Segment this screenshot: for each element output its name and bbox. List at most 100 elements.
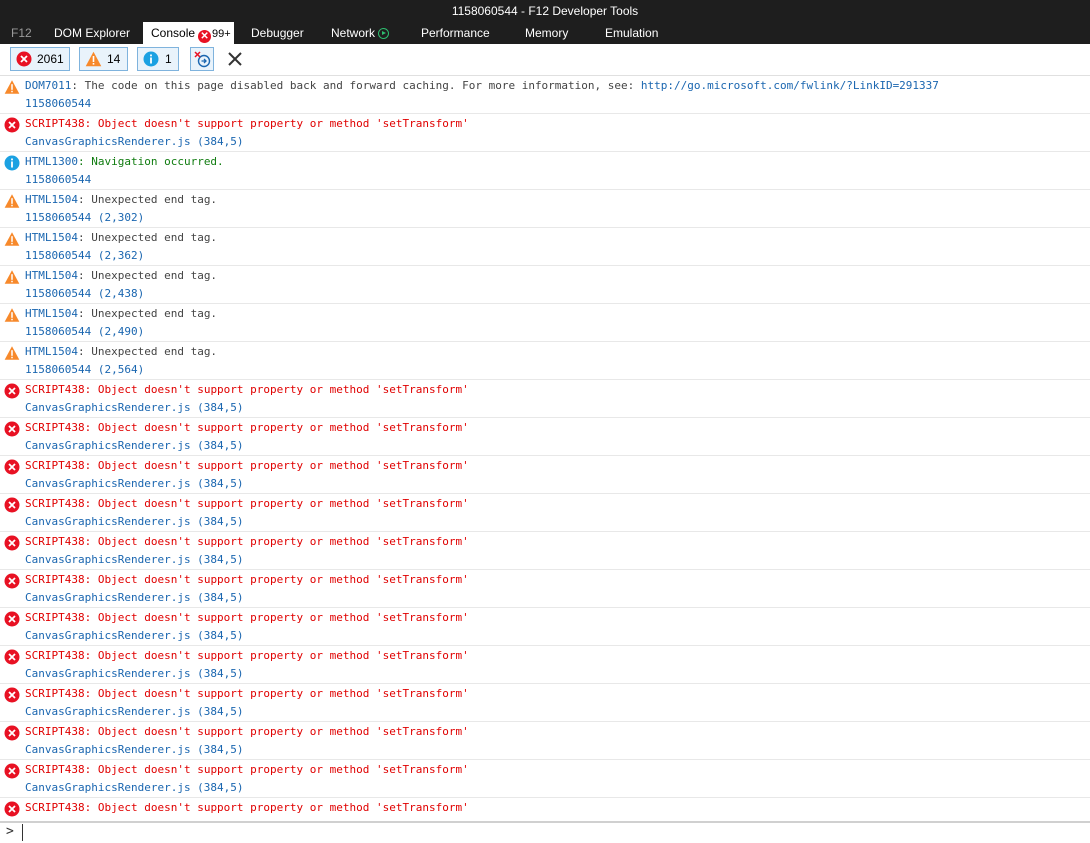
error-icon	[4, 763, 20, 779]
console-input[interactable]	[22, 824, 1083, 841]
message-source-link[interactable]: 1158060544 (2,438)	[25, 287, 144, 300]
message-body: : Object doesn't support property or met…	[84, 573, 469, 586]
message-link[interactable]: http://go.microsoft.com/fwlink/?LinkID=2…	[641, 79, 939, 92]
message-code: SCRIPT438	[25, 383, 85, 396]
message-source-link[interactable]: CanvasGraphicsRenderer.js (384,5)	[25, 477, 244, 490]
warning-icon	[4, 346, 20, 360]
message-code: HTML1504	[25, 193, 78, 206]
console-message-error: SCRIPT438: Object doesn't support proper…	[0, 608, 1090, 646]
message-body: : Object doesn't support property or met…	[84, 687, 469, 700]
tab-memory[interactable]: Memory	[525, 22, 568, 44]
tab-console[interactable]: Console ✕ 99+	[143, 22, 234, 44]
warnings-count: 14	[107, 52, 121, 66]
message-code: SCRIPT438	[25, 573, 85, 586]
message-source-link[interactable]: CanvasGraphicsRenderer.js (384,5)	[25, 781, 244, 794]
tab-performance[interactable]: Performance	[421, 22, 490, 44]
console-message-warning: HTML1504: Unexpected end tag. 1158060544 …	[0, 190, 1090, 228]
console-message-error: SCRIPT438: Object doesn't support proper…	[0, 456, 1090, 494]
prompt-chevron-icon: >	[6, 824, 14, 839]
info-count: 1	[165, 52, 172, 66]
message-code: HTML1300	[25, 155, 78, 168]
clear-console-icon[interactable]	[227, 51, 243, 67]
warning-icon	[4, 232, 20, 246]
message-body: : Object doesn't support property or met…	[84, 725, 469, 738]
console-message-error: SCRIPT438: Object doesn't support proper…	[0, 722, 1090, 760]
warning-icon	[4, 194, 20, 208]
tab-emulation[interactable]: Emulation	[605, 22, 658, 44]
message-body: : Object doesn't support property or met…	[84, 611, 469, 624]
error-icon	[4, 649, 20, 665]
message-text: SCRIPT438: Object doesn't support proper…	[25, 383, 469, 396]
message-text: SCRIPT438: Object doesn't support proper…	[25, 611, 469, 624]
info-icon	[143, 51, 159, 67]
message-source-link[interactable]: CanvasGraphicsRenderer.js (384,5)	[25, 135, 244, 148]
console-message-warning: DOM7011: The code on this page disabled …	[0, 76, 1090, 114]
message-text: HTML1504: Unexpected end tag.	[25, 345, 217, 358]
tab-debugger[interactable]: Debugger	[251, 22, 304, 44]
error-icon	[4, 687, 20, 703]
tab-dom-explorer[interactable]: DOM Explorer	[54, 22, 130, 44]
message-code: HTML1504	[25, 269, 78, 282]
message-text: SCRIPT438: Object doesn't support proper…	[25, 573, 469, 586]
message-text: HTML1504: Unexpected end tag.	[25, 231, 217, 244]
message-source-link[interactable]: CanvasGraphicsRenderer.js (384,5)	[25, 667, 244, 680]
error-icon	[4, 573, 20, 589]
message-source-link[interactable]: 1158060544	[25, 173, 91, 186]
message-body: : Object doesn't support property or met…	[84, 649, 469, 662]
console-message-error: SCRIPT438: Object doesn't support proper…	[0, 760, 1090, 798]
message-text: DOM7011: The code on this page disabled …	[25, 79, 939, 92]
message-source-link[interactable]: CanvasGraphicsRenderer.js (384,5)	[25, 629, 244, 642]
message-source-link[interactable]: CanvasGraphicsRenderer.js (384,5)	[25, 743, 244, 756]
message-body: : Unexpected end tag.	[77, 269, 218, 282]
console-message-warning: HTML1504: Unexpected end tag. 1158060544 …	[0, 342, 1090, 380]
message-source-link[interactable]: CanvasGraphicsRenderer.js (384,5)	[25, 553, 244, 566]
message-body: : Object doesn't support property or met…	[84, 383, 469, 396]
error-icon	[4, 611, 20, 627]
console-message-error: SCRIPT438: Object doesn't support proper…	[0, 114, 1090, 152]
message-source-link[interactable]: 1158060544 (2,490)	[25, 325, 144, 338]
error-icon	[4, 801, 20, 817]
play-icon	[378, 28, 390, 39]
console-output: DOM7011: The code on this page disabled …	[0, 76, 1090, 821]
message-body: : Object doesn't support property or met…	[84, 763, 469, 776]
message-source-link[interactable]: 1158060544 (2,302)	[25, 211, 144, 224]
message-source-link[interactable]: CanvasGraphicsRenderer.js (384,5)	[25, 515, 244, 528]
message-body: : Object doesn't support property or met…	[84, 117, 469, 130]
message-source-link[interactable]: CanvasGraphicsRenderer.js (384,5)	[25, 439, 244, 452]
message-text: SCRIPT438: Object doesn't support proper…	[25, 687, 469, 700]
message-body: : Object doesn't support property or met…	[84, 801, 469, 814]
message-source-link[interactable]: CanvasGraphicsRenderer.js (384,5)	[25, 401, 244, 414]
message-code: SCRIPT438	[25, 725, 85, 738]
message-code: SCRIPT438	[25, 117, 85, 130]
message-text: HTML1504: Unexpected end tag.	[25, 193, 217, 206]
message-text: SCRIPT438: Object doesn't support proper…	[25, 535, 469, 548]
console-message-error: SCRIPT438: Object doesn't support proper…	[0, 570, 1090, 608]
message-body: : Object doesn't support property or met…	[84, 421, 469, 434]
message-code: SCRIPT438	[25, 497, 85, 510]
message-code: SCRIPT438	[25, 535, 85, 548]
message-source-link[interactable]: 1158060544	[25, 97, 91, 110]
warnings-filter-button[interactable]: 14	[79, 47, 128, 71]
message-source-link[interactable]: CanvasGraphicsRenderer.js (384,5)	[25, 705, 244, 718]
message-body: : Navigation occurred.	[77, 155, 224, 168]
message-code: SCRIPT438	[25, 801, 85, 814]
tab-network[interactable]: Network	[331, 22, 390, 44]
tab-console-label: Console	[151, 26, 196, 40]
errors-filter-button[interactable]: 2061	[10, 47, 70, 71]
message-text: SCRIPT438: Object doesn't support proper…	[25, 801, 469, 814]
error-icon	[4, 459, 20, 475]
tab-f12[interactable]: F12	[11, 22, 32, 44]
info-filter-button[interactable]: 1	[137, 47, 179, 71]
message-body: : Unexpected end tag.	[77, 231, 218, 244]
clear-on-navigate-button[interactable]	[190, 47, 214, 71]
message-text: SCRIPT438: Object doesn't support proper…	[25, 763, 469, 776]
console-message-error: SCRIPT438: Object doesn't support proper…	[0, 494, 1090, 532]
message-source-link[interactable]: 1158060544 (2,362)	[25, 249, 144, 262]
error-icon	[16, 51, 32, 67]
window-title: 1158060544 - F12 Developer Tools	[0, 0, 1090, 22]
console-message-error: SCRIPT438: Object doesn't support proper…	[0, 380, 1090, 418]
message-code: SCRIPT438	[25, 421, 85, 434]
message-source-link[interactable]: 1158060544 (2,564)	[25, 363, 144, 376]
message-source-link[interactable]: CanvasGraphicsRenderer.js (384,5)	[25, 591, 244, 604]
warning-icon	[85, 51, 102, 67]
